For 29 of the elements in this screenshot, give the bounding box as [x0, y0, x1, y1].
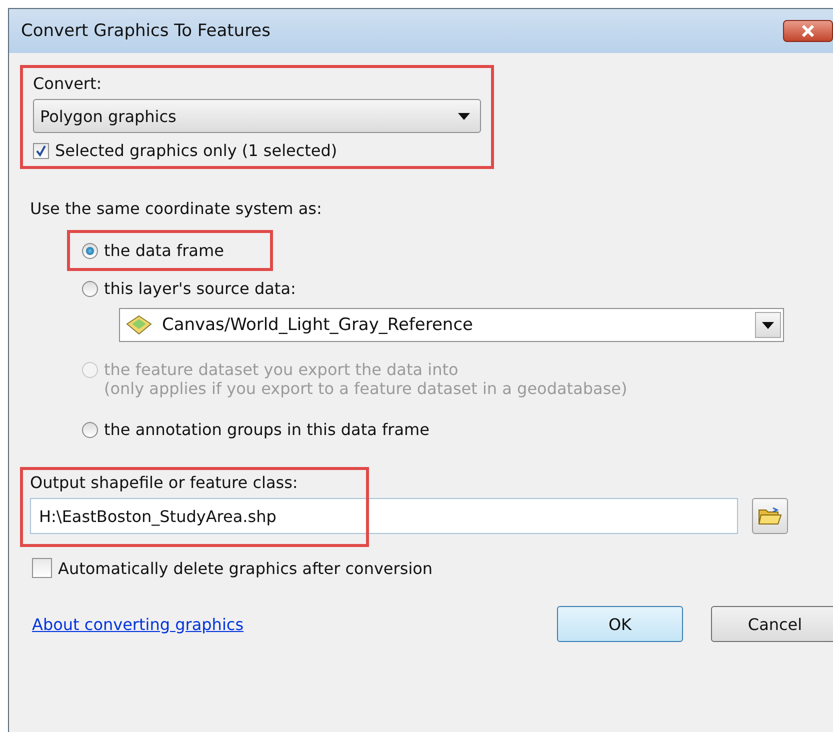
folder-icon [758, 506, 782, 526]
field-label: Output shapefile or feature class: [30, 473, 299, 492]
browse-button[interactable] [752, 498, 788, 534]
option-note: (only applies if you export to a feature dataset in a geodatabase) [104, 379, 628, 398]
ok-button[interactable]: OK [557, 606, 683, 642]
checkbox-label: Selected graphics only (1 selected) [55, 141, 338, 160]
radio-button[interactable] [82, 422, 98, 438]
cancel-button[interactable]: Cancel [711, 606, 833, 642]
layer-icon [126, 315, 152, 335]
radio-label: the data frame [104, 241, 224, 260]
close-icon [801, 25, 815, 37]
convert-dropdown[interactable]: Polygon graphics [33, 99, 481, 133]
radio-button[interactable] [82, 242, 98, 258]
close-button[interactable] [783, 20, 833, 42]
section-label: Use the same coordinate system as: [30, 199, 323, 218]
layer-dropdown[interactable]: Canvas/World_Light_Gray_Reference [119, 308, 784, 342]
output-path-field[interactable]: H:\EastBoston_StudyArea.shp [30, 498, 738, 534]
checkbox-label: Automatically delete graphics after conversion [58, 558, 433, 578]
window-title: Convert Graphics To Features [21, 21, 270, 41]
caret-icon [458, 112, 470, 120]
radio-label: this layer's source data: [104, 279, 296, 298]
radio-label: the feature dataset you export the data into [104, 360, 458, 379]
checkbox[interactable] [33, 142, 49, 158]
checkbox[interactable] [32, 558, 52, 578]
help-link[interactable]: About converting graphics [32, 614, 244, 634]
radio-button[interactable] [82, 280, 98, 296]
field-label: Convert: [33, 74, 103, 93]
caret-icon [762, 322, 774, 328]
radio-label: the annotation groups in this data frame [104, 420, 430, 439]
